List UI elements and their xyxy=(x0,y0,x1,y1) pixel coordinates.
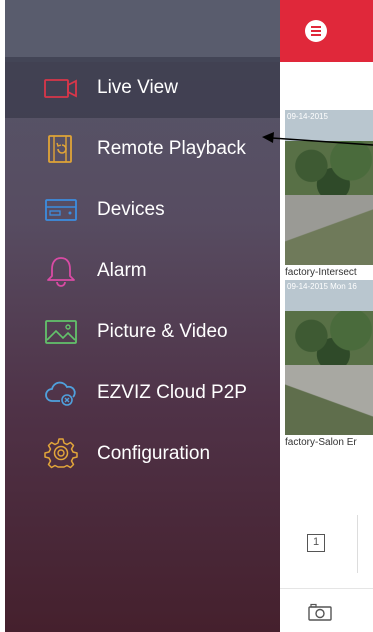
playback-film-icon xyxy=(43,133,79,165)
camera-timestamp: 09-14-2015 xyxy=(287,112,328,121)
drawer-header xyxy=(5,0,280,62)
menu-item-devices[interactable]: Devices xyxy=(5,179,280,240)
divider xyxy=(357,515,358,573)
app-header xyxy=(280,0,373,62)
menu-item-label: Devices xyxy=(97,198,165,220)
live-view-background: 09-14-2015 factory-Intersect 09-14-2015 … xyxy=(280,0,373,632)
camera-snapshot-icon[interactable] xyxy=(308,603,332,621)
split-screen-button[interactable]: 1 xyxy=(307,534,325,552)
menu-item-live-view[interactable]: Live View xyxy=(5,57,280,118)
menu-item-label: Remote Playback xyxy=(97,137,246,159)
menu-icon[interactable] xyxy=(305,20,327,42)
bell-icon xyxy=(43,255,79,287)
navigation-drawer: Live View Remote Playback Devices Alarm … xyxy=(5,0,280,632)
cloud-p2p-icon xyxy=(43,377,79,409)
gear-icon xyxy=(43,437,79,470)
menu-item-label: Live View xyxy=(97,76,178,98)
menu-item-label: Configuration xyxy=(97,442,211,464)
camera-name: factory-Intersect xyxy=(285,267,357,278)
menu-item-label: Picture & Video xyxy=(97,320,228,342)
camera-name: factory-Salon Er xyxy=(285,437,357,448)
app-screen: 09-14-2015 factory-Intersect 09-14-2015 … xyxy=(0,0,373,632)
menu-item-picture-video[interactable]: Picture & Video xyxy=(5,301,280,362)
menu-item-label: EZVIZ Cloud P2P xyxy=(97,381,247,403)
menu-item-label: Alarm xyxy=(97,259,147,281)
pointer-arrow-icon xyxy=(262,132,373,146)
camera-timestamp: 09-14-2015 Mon 16 xyxy=(287,282,357,291)
menu-item-alarm[interactable]: Alarm xyxy=(5,240,280,301)
menu-item-ezviz-cloud[interactable]: EZVIZ Cloud P2P xyxy=(5,362,280,423)
divider xyxy=(280,588,373,589)
menu-item-remote-playback[interactable]: Remote Playback xyxy=(5,118,280,179)
menu-item-configuration[interactable]: Configuration xyxy=(5,423,280,484)
picture-icon xyxy=(43,316,79,348)
camera-feed-2[interactable]: 09-14-2015 Mon 16 xyxy=(285,280,373,435)
dvr-device-icon xyxy=(43,194,79,226)
video-camera-icon xyxy=(43,72,79,104)
drawer-menu: Live View Remote Playback Devices Alarm … xyxy=(5,57,280,484)
